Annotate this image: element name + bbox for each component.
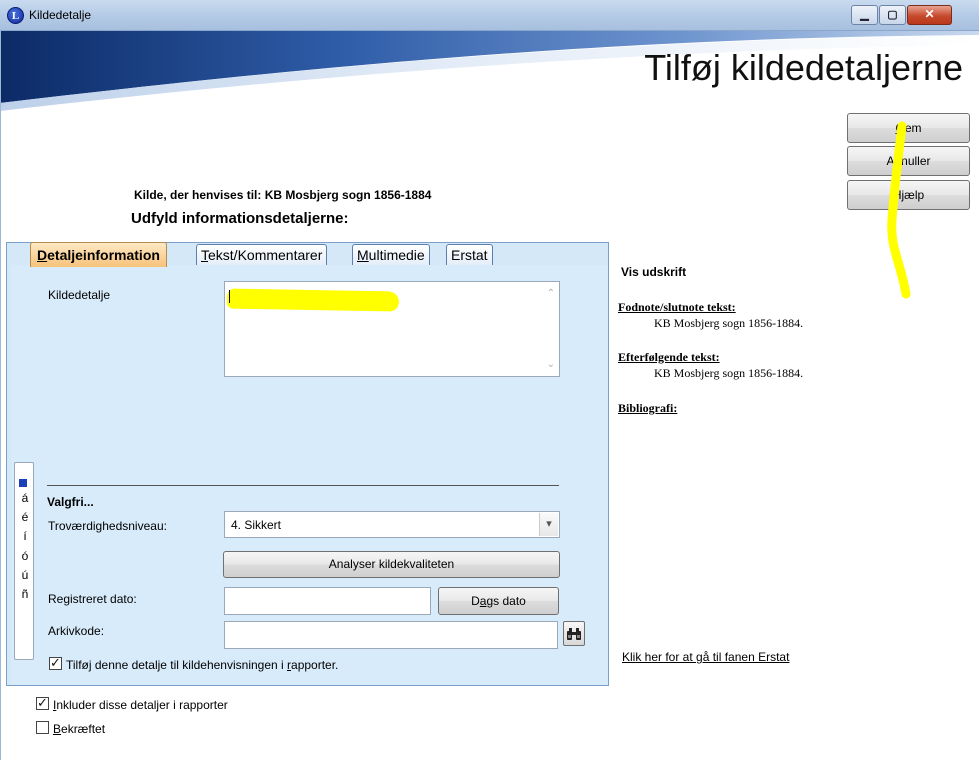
footnote-label: Fodnote/slutnote tekst:	[618, 300, 736, 314]
archive-label: Arkivkode:	[48, 624, 105, 638]
minimize-icon: ▁	[860, 9, 869, 21]
today-button[interactable]: Dags dato	[438, 587, 559, 615]
instructions-heading: Udfyld informationsdetaljerne:	[131, 210, 349, 227]
subsequent-label: Efterfølgende tekst:	[618, 350, 720, 364]
tab-multimedia-label: ultimedie	[368, 247, 425, 263]
tab-replace-label: Erstat	[451, 247, 488, 263]
page-title: Tilføj kildedetaljerne	[644, 47, 963, 88]
window-border	[0, 31, 1, 760]
analyse-quality-button[interactable]: Analyser kildekvaliteten	[223, 551, 560, 578]
window-title: Kildedetalje	[29, 8, 92, 22]
quality-label: Troværdighedsniveau:	[48, 519, 167, 533]
include-in-reports-label[interactable]: Inkluder disse detaljer i rapporter	[53, 698, 228, 712]
maximize-icon: ▢	[887, 9, 898, 21]
confirmed-mnemonic: B	[53, 722, 62, 736]
confirmed-checkbox[interactable]	[36, 721, 49, 734]
include-label-rest: nkluder disse detaljer i rapporter	[56, 698, 228, 712]
maximize-button[interactable]: ▢	[879, 5, 906, 25]
highlight-annotation-field	[226, 288, 400, 312]
close-icon: ✕	[924, 7, 935, 21]
close-button[interactable]: ✕	[907, 5, 952, 25]
title-bar: L Kildedetalje ▁ ▢ ✕	[0, 0, 979, 31]
accent-u[interactable]: ú	[15, 568, 35, 582]
quality-select-value: 4. Sikkert	[231, 518, 282, 532]
add-to-reports-label[interactable]: Tilføj denne detalje til kildehenvisning…	[66, 658, 338, 672]
tab-multimedia-mnemonic: M	[357, 247, 369, 263]
include-in-reports-checkbox[interactable]	[36, 695, 49, 711]
tab-detail-mnemonic: D	[37, 247, 48, 263]
tab-text-comments[interactable]: Tekst/Kommentarer	[196, 244, 328, 265]
tab-strip: Detaljeinformation Tekst/Kommentarer Mul…	[6, 242, 609, 267]
tab-detail-information[interactable]: Detaljeinformation	[30, 242, 167, 267]
add-to-reports-pre: Tilføj denne detalje til kildehenvisning…	[66, 658, 288, 672]
text-caret	[229, 290, 230, 303]
today-label-rest: gs dato	[486, 594, 526, 608]
scroll-down-icon[interactable]: ⌄	[547, 359, 555, 370]
analyse-quality-label: Analyser kildekvaliteten	[328, 557, 455, 571]
tab-replace[interactable]: Erstat	[446, 244, 493, 265]
add-to-reports-checkbox[interactable]	[49, 655, 62, 671]
confirmed-label-rest: ekræftet	[61, 722, 106, 736]
tab-detail-label: etaljeinformation	[47, 247, 160, 263]
binoculars-glyph	[567, 628, 581, 640]
preview-title: Vis udskrift	[621, 265, 687, 279]
scroll-up-icon[interactable]: ⌃	[547, 288, 555, 299]
date-label: Registreret dato:	[48, 592, 137, 606]
bibliography-label: Bibliografi:	[618, 401, 678, 415]
tab-text-label: ekst/Kommentarer	[208, 247, 323, 263]
subsequent-text: KB Mosbjerg sogn 1856-1884.	[654, 366, 804, 380]
detail-scrollbar[interactable]: ⌃ ⌄	[542, 282, 559, 376]
accent-i[interactable]: í	[15, 529, 35, 543]
highlight-annotation	[887, 121, 911, 299]
accent-e[interactable]: é	[15, 510, 35, 524]
replace-tab-link[interactable]: Klik her for at gå til fanen Erstat	[622, 650, 789, 664]
confirmed-label[interactable]: Bekræftet	[53, 722, 105, 736]
footnote-text: KB Mosbjerg sogn 1856-1884.	[654, 316, 804, 330]
detail-label: Kildedetalje	[48, 288, 111, 302]
date-input[interactable]	[224, 587, 431, 615]
tab-multimedia[interactable]: Multimedie	[352, 244, 430, 265]
quality-select[interactable]: 4. Sikkert ▾	[224, 511, 560, 538]
minimize-button[interactable]: ▁	[851, 5, 878, 25]
source-reference: Kilde, der henvises til: KB Mosbjerg sog…	[134, 188, 432, 202]
accent-o[interactable]: ó	[15, 549, 35, 563]
archive-input[interactable]	[224, 621, 558, 649]
binoculars-icon[interactable]	[563, 621, 585, 646]
accent-character-bar: á é í ó ú ñ	[14, 462, 34, 660]
chevron-down-icon[interactable]: ▾	[539, 513, 558, 536]
today-label-pre: D	[471, 594, 480, 608]
app-icon: L	[7, 7, 24, 24]
optional-separator	[47, 485, 559, 486]
accent-bar-handle-icon[interactable]	[19, 479, 27, 487]
accent-n[interactable]: ñ	[15, 587, 35, 601]
tab-text-mnemonic: T	[201, 247, 208, 263]
add-to-reports-rest: apporter.	[291, 658, 339, 672]
optional-heading: Valgfri...	[47, 495, 94, 509]
accent-a[interactable]: á	[15, 491, 35, 505]
